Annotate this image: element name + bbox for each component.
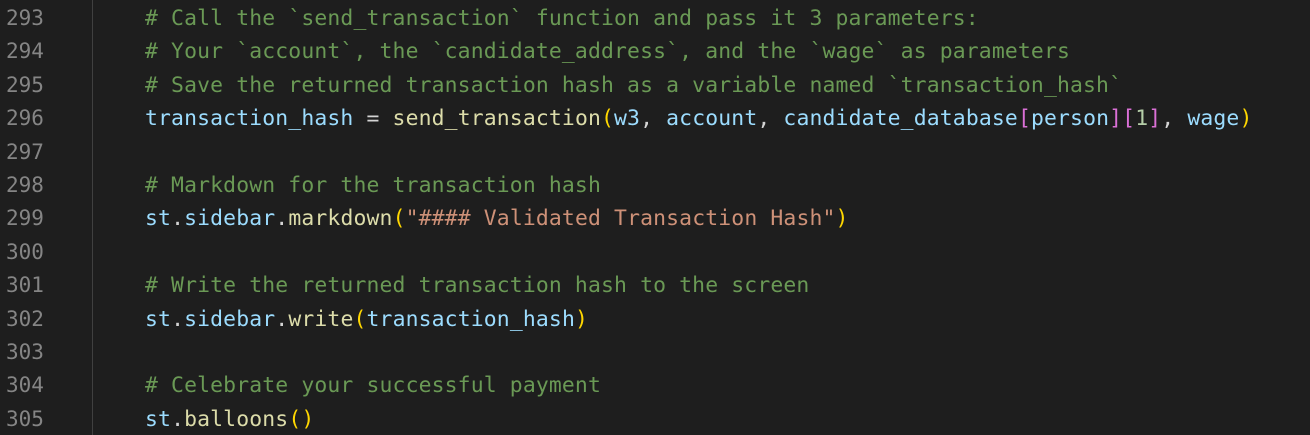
line-code: # Markdown for the transaction hash [145,169,601,202]
code-token: ] [1148,106,1162,132]
code-token: person [1030,106,1110,132]
code-comment: # Save the returned transaction hash as … [145,72,1123,98]
code-comment: # Your `account`, the `candidate_address… [145,39,1071,65]
code-token: st [145,206,172,232]
line-number: 296 [6,106,44,131]
line-code: transaction_hash = send_transaction(w3, … [145,102,1252,135]
code-token: ) [574,306,588,332]
code-token: . [171,206,185,232]
code-token: 1 [1135,106,1149,132]
code-token: , [757,106,784,132]
line-number: 293 [6,6,44,30]
line-code: # Your `account`, the `candidate_address… [145,35,1070,68]
line-number: 295 [6,72,44,97]
line-number: 298 [6,173,44,197]
code-token: ) [301,406,315,432]
code-token: ] [1109,106,1123,132]
code-token: st [145,406,172,432]
code-token: , [640,106,667,132]
code-comment: # Celebrate your successful payment [145,373,601,399]
code-token: markdown [288,206,393,232]
code-token: sidebar [184,206,276,232]
line-number: 294 [6,39,44,64]
code-token: . [171,306,185,332]
code-line[interactable]: 299 st.sidebar.markdown("#### Validated T… [0,202,1310,235]
code-token: balloons [184,406,289,432]
code-token: ( [288,406,302,432]
code-token: [ [1122,106,1136,132]
code-token: transaction_hash [366,306,575,332]
code-token: sidebar [184,306,276,332]
line-code: st.sidebar.markdown("#### Validated Tran… [145,202,849,235]
line-number: 302 [6,306,44,331]
code-editor[interactable]: 293 # Call the `send_transaction` functio… [0,0,1310,435]
code-token: account [666,106,758,132]
line-number: 305 [6,406,44,431]
code-token: "#### Validated Transaction Hash" [405,206,836,232]
line-code: # Call the `send_transaction` function a… [145,2,979,35]
line-number: 303 [6,340,44,364]
line-number: 301 [6,273,44,298]
code-comment: # Call the `send_transaction` function a… [145,6,979,31]
code-token: , [1161,106,1188,132]
line-code: # Celebrate your successful payment [145,369,601,402]
code-line[interactable]: 294 # Your `account`, the `candidate_addr… [0,35,1310,68]
code-token: send_transaction [392,106,601,132]
code-line[interactable]: 298 # Markdown for the transaction hash [0,169,1310,202]
code-line[interactable]: 304 # Celebrate your successful payment [0,369,1310,402]
code-token: . [275,306,289,332]
line-number: 300 [6,239,44,264]
code-token: w3 [614,106,641,132]
code-line[interactable]: 302 st.sidebar.write(transaction_hash) [0,303,1310,336]
line-code: # Write the returned transaction hash to… [145,269,809,302]
code-token: = [353,106,393,132]
code-token: ) [835,206,849,232]
line-code: st.balloons() [145,403,314,435]
code-token: ) [1239,106,1253,132]
code-token: . [171,406,185,432]
line-number: 299 [6,206,44,231]
code-token: . [275,206,289,232]
code-line[interactable]: 305 st.balloons() [0,403,1310,435]
line-code: # Save the returned transaction hash as … [145,69,1122,102]
line-code: st.sidebar.write(transaction_hash) [145,303,588,336]
code-token: wage [1187,106,1240,132]
code-line[interactable]: 300 [0,236,1310,269]
code-line[interactable]: 295 # Save the returned transaction hash … [0,69,1310,102]
code-token: st [145,306,172,332]
code-token: write [288,306,354,332]
code-token: ( [392,206,406,232]
code-line[interactable]: 296 transaction_hash = send_transaction(w… [0,102,1310,135]
line-number: 304 [6,373,44,398]
code-token: ( [601,106,615,132]
code-line[interactable]: 293 # Call the `send_transaction` functio… [0,2,1310,35]
code-comment: # Markdown for the transaction hash [145,173,601,198]
code-token: [ [1017,106,1031,132]
code-line[interactable]: 297 [0,136,1310,169]
code-token: ( [353,306,367,332]
code-line[interactable]: 303 [0,336,1310,369]
line-number: 297 [6,139,44,164]
code-token: candidate_database [783,106,1018,132]
code-comment: # Write the returned transaction hash to… [145,273,810,299]
code-token: transaction_hash [145,106,354,132]
code-line[interactable]: 301 # Write the returned transaction hash… [0,269,1310,302]
